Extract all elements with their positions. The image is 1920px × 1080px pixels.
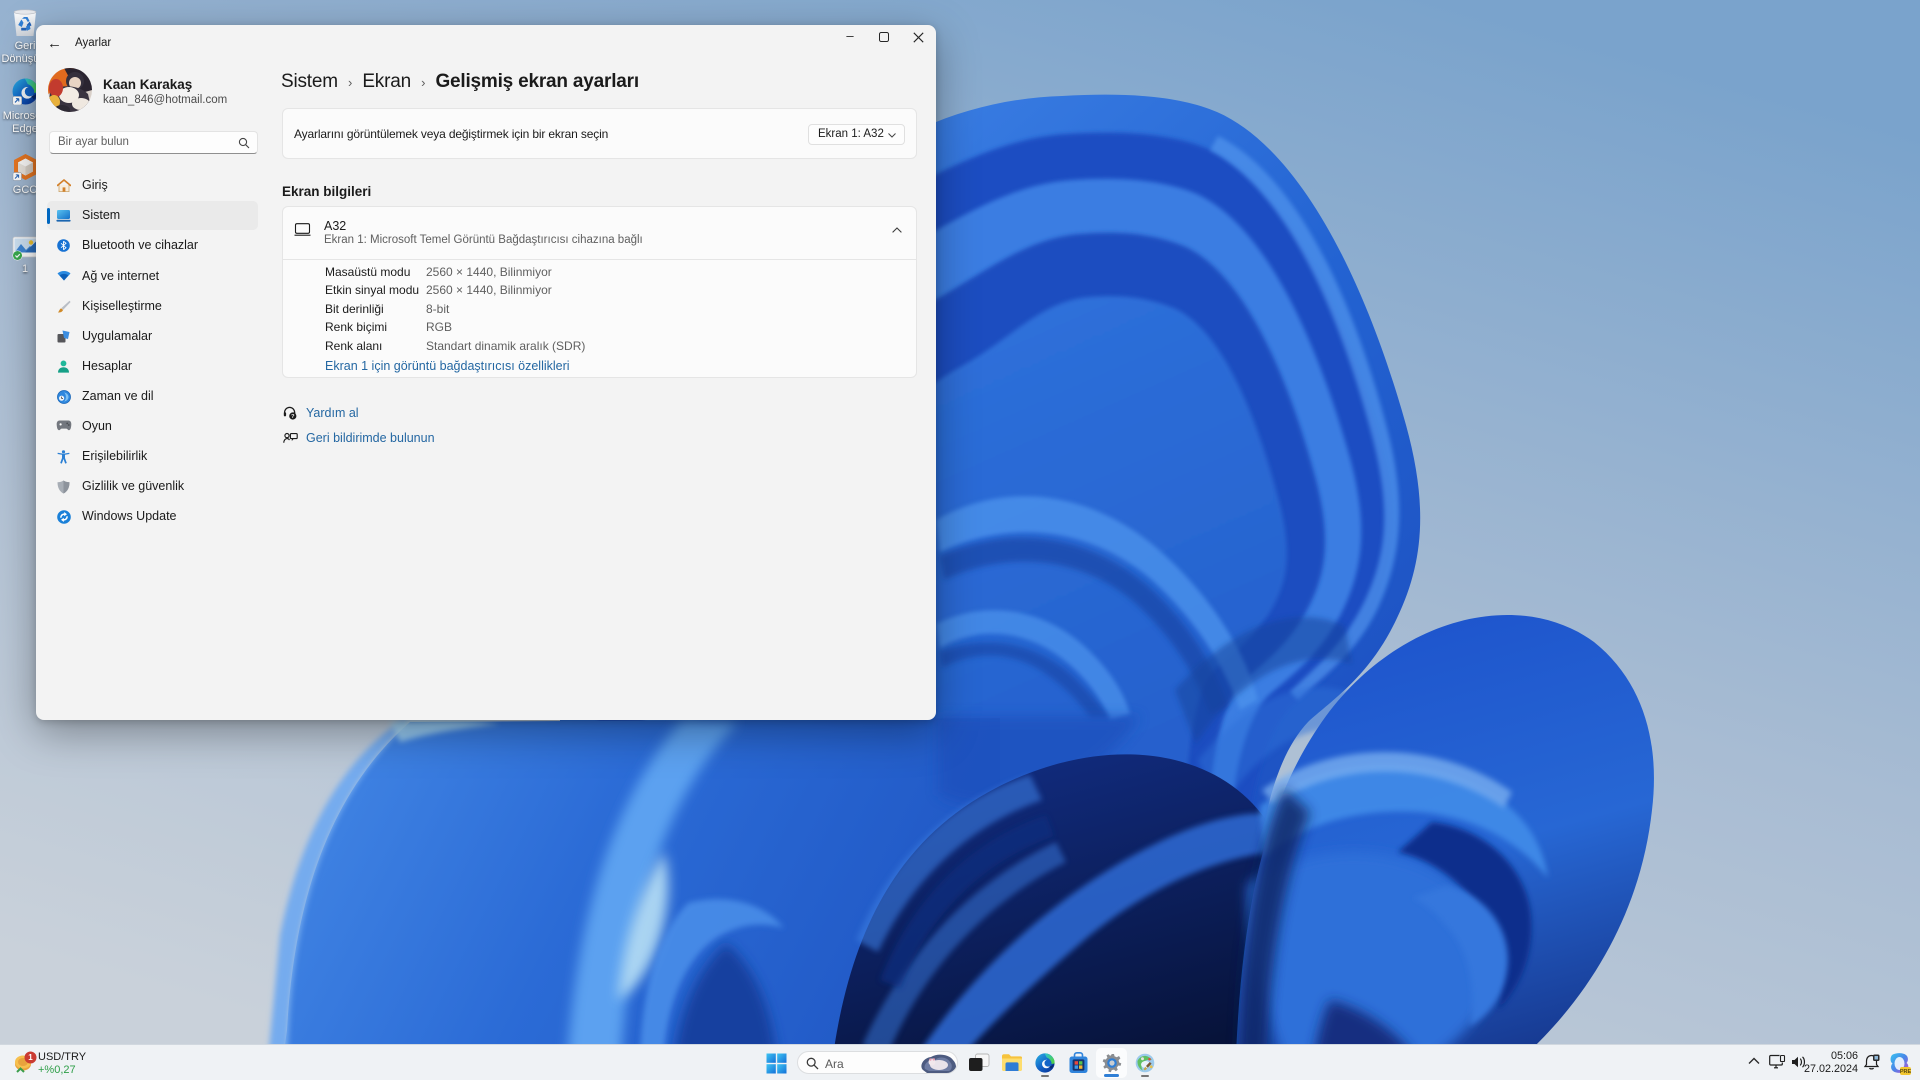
svg-text:PRE: PRE [1900,1069,1911,1075]
svg-text:?: ? [291,414,295,420]
svg-text:1: 1 [28,1053,33,1062]
